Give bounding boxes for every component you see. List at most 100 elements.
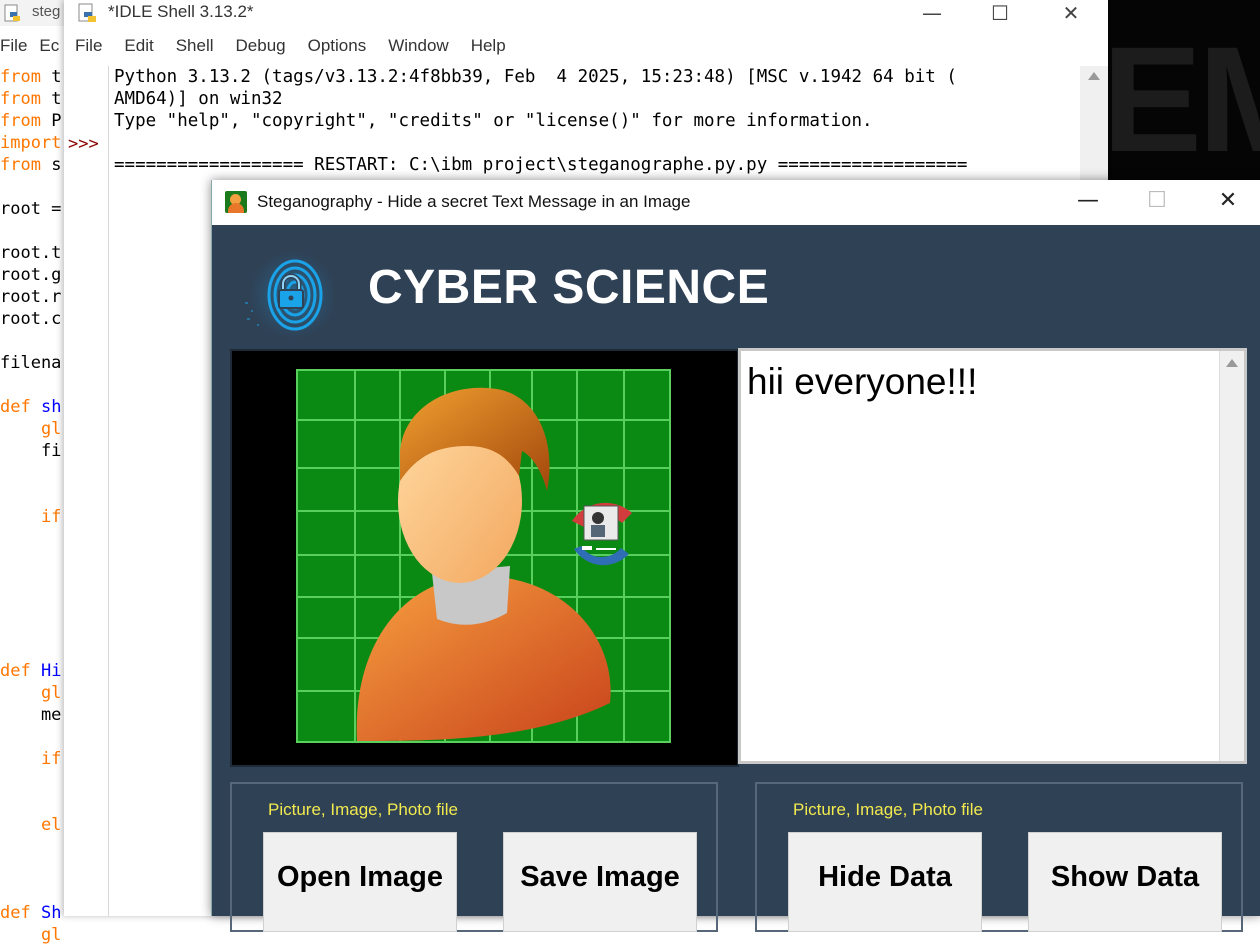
code-line: filena (0, 352, 61, 374)
steg-close-button[interactable]: ✕ (1193, 180, 1260, 225)
code-line: from t (0, 66, 61, 88)
code-line: root.c (0, 308, 61, 330)
code-line: def Sh (0, 902, 61, 924)
shell-menu-help[interactable]: Help (460, 36, 517, 56)
code-token: root = (0, 199, 62, 219)
code-line: me (0, 704, 61, 726)
code-token: root.c (0, 309, 62, 329)
editor-title: steg (32, 3, 61, 20)
fingerprint-lock-logo-icon (245, 251, 333, 339)
code-line: root = (0, 198, 61, 220)
shell-close-button[interactable]: ✕ (1036, 0, 1106, 30)
editor-menu-edit[interactable]: Ec (39, 36, 59, 55)
shell-prompt: >>> (68, 134, 99, 154)
shell-menu-file[interactable]: File (64, 36, 113, 56)
message-text[interactable]: hii everyone!!! (747, 361, 977, 403)
code-token: from (0, 67, 41, 87)
code-token: gl (0, 925, 62, 945)
code-token: root.g (0, 265, 62, 285)
shell-menu-edit[interactable]: Edit (113, 36, 164, 56)
shell-output[interactable]: Python 3.13.2 (tags/v3.13.2:4f8bb39, Feb… (114, 66, 967, 176)
code-token: Hi (30, 661, 62, 681)
code-token: def (0, 661, 31, 681)
code-line: if (0, 506, 61, 528)
shell-gutter (64, 66, 109, 916)
code-token: t (40, 67, 62, 87)
code-line: def Hi (0, 660, 61, 682)
code-line: fi (0, 440, 61, 462)
steg-title: Steganography - Hide a secret Text Messa… (257, 192, 691, 211)
shell-title: *IDLE Shell 3.13.2* (108, 2, 254, 21)
shell-menubar: File Edit Shell Debug Options Window Help (64, 36, 517, 62)
code-line: root.r (0, 286, 61, 308)
open-image-button[interactable]: Open Image (263, 832, 457, 932)
editor-code[interactable]: from t from t from Pimport from s root = root… (0, 66, 61, 946)
scroll-up-arrow-icon[interactable] (1226, 359, 1238, 367)
app-person-icon (225, 191, 247, 213)
code-token: root.r (0, 287, 62, 307)
code-token: import (0, 133, 62, 153)
code-token: t (40, 89, 62, 109)
code-line: from t (0, 88, 61, 110)
code-token: gl (0, 419, 62, 439)
steg-titlebar[interactable]: Steganography - Hide a secret Text Messa… (212, 180, 1260, 225)
python-file-icon (4, 4, 20, 22)
shell-menu-debug[interactable]: Debug (225, 36, 297, 56)
code-token: from (0, 155, 41, 175)
message-textbox[interactable]: hii everyone!!! (738, 348, 1247, 764)
message-scrollbar[interactable] (1219, 351, 1244, 761)
shell-menu-options[interactable]: Options (297, 36, 378, 56)
code-token: fi (0, 441, 62, 461)
editor-menubar: File Ec (0, 36, 71, 62)
shell-menu-shell[interactable]: Shell (165, 36, 225, 56)
code-line: gl (0, 418, 61, 440)
image-file-panel: Picture, Image, Photo file Open Image Sa… (230, 782, 718, 932)
code-line: import (0, 132, 61, 154)
code-line: from P (0, 110, 61, 132)
code-token: root.t (0, 243, 62, 263)
code-line: root.t (0, 242, 61, 264)
code-line: root.g (0, 264, 61, 286)
steganography-window: Steganography - Hide a secret Text Messa… (211, 180, 1260, 932)
steg-maximize-button: ☐ (1147, 188, 1167, 213)
shell-menu-window[interactable]: Window (377, 36, 459, 56)
steg-minimize-button[interactable]: — (1053, 180, 1123, 225)
scroll-up-arrow-icon[interactable] (1088, 72, 1100, 80)
show-data-button[interactable]: Show Data (1028, 832, 1222, 932)
python-file-icon (78, 3, 96, 22)
code-token: if (0, 507, 62, 527)
code-line: if (0, 748, 61, 770)
image-preview (230, 349, 739, 767)
code-token: if (0, 749, 62, 769)
editor-menu-file[interactable]: File (0, 36, 27, 55)
code-token: def (0, 397, 31, 417)
code-line: gl (0, 682, 61, 704)
shell-titlebar[interactable]: *IDLE Shell 3.13.2* — ☐ ✕ (64, 0, 1108, 30)
code-token: filena (0, 353, 62, 373)
shell-maximize-button[interactable]: ☐ (965, 0, 1035, 30)
code-token: from (0, 111, 41, 131)
save-image-button[interactable]: Save Image (503, 832, 697, 932)
code-token: s (40, 155, 62, 175)
code-token: Sh (30, 903, 62, 923)
data-panel-caption: Picture, Image, Photo file (793, 800, 983, 819)
hide-data-button[interactable]: Hide Data (788, 832, 982, 932)
code-line: el (0, 814, 61, 836)
brand-title: CYBER SCIENCE (368, 261, 770, 314)
shell-minimize-button[interactable]: — (897, 0, 967, 30)
